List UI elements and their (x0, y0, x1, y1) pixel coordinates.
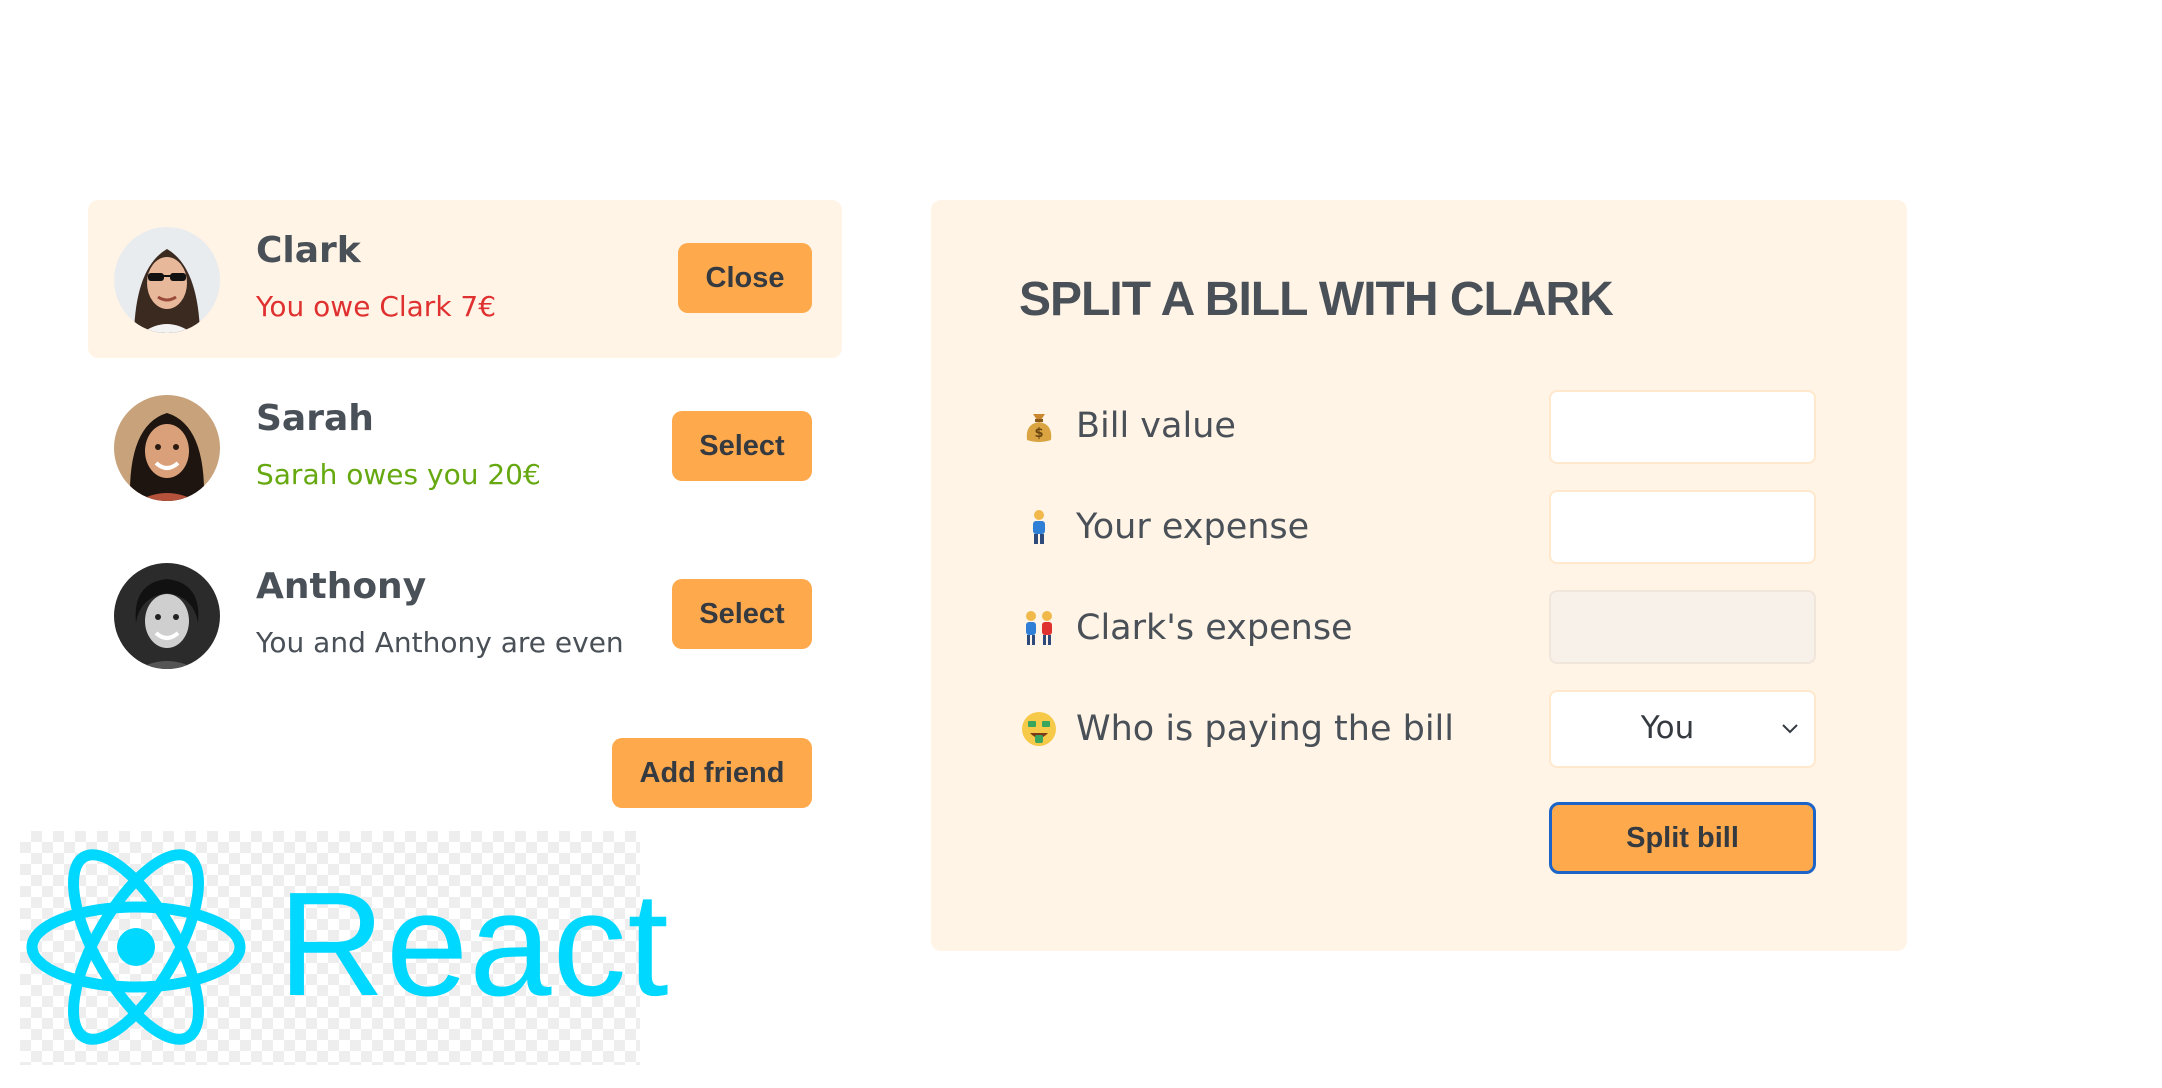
friend-expense-label: Clark's expense (1076, 608, 1353, 648)
friend-balance: Sarah owes you 20€ (256, 458, 541, 491)
close-button[interactable]: Close (678, 243, 812, 313)
friend-name: Sarah (256, 398, 374, 439)
payer-select[interactable]: You (1549, 690, 1816, 768)
bill-value-label: Bill value (1076, 406, 1236, 446)
friend-balance: You owe Clark 7€ (256, 290, 497, 323)
react-atom-icon (26, 849, 246, 1045)
friend-item-anthony: Anthony You and Anthony are even Select (88, 536, 842, 694)
your-expense-input[interactable] (1549, 490, 1816, 564)
avatar (114, 227, 220, 333)
split-bill-form: SPLIT A BILL WITH CLARK $ Bill value You… (931, 200, 1907, 951)
split-bill-button[interactable]: Split bill (1549, 802, 1816, 874)
react-wordmark: React (278, 862, 670, 1027)
couple-icon (1019, 608, 1059, 648)
react-logo: React (20, 831, 669, 1065)
friend-item-sarah: Sarah Sarah owes you 20€ Select (88, 368, 842, 526)
friend-balance: You and Anthony are even (256, 626, 624, 659)
select-button-sarah[interactable]: Select (672, 411, 812, 481)
svg-text:$: $ (1034, 426, 1043, 441)
add-friend-button[interactable]: Add friend (612, 738, 812, 808)
friend-expense-input (1549, 590, 1816, 664)
chevron-down-icon (1782, 724, 1798, 734)
money-mouth-face-icon (1019, 709, 1059, 749)
friend-name: Clark (256, 230, 361, 271)
select-button-anthony[interactable]: Select (672, 579, 812, 649)
payer-selected-value: You (1640, 710, 1695, 746)
payer-label: Who is paying the bill (1076, 709, 1454, 749)
friend-name: Anthony (256, 566, 427, 607)
form-title: SPLIT A BILL WITH CLARK (1019, 273, 1614, 326)
person-icon (1019, 507, 1059, 547)
avatar (114, 563, 220, 669)
avatar (114, 395, 220, 501)
your-expense-label: Your expense (1076, 507, 1310, 547)
money-bag-icon: $ (1019, 406, 1059, 446)
friend-item-clark: Clark You owe Clark 7€ Close (88, 200, 842, 358)
bill-value-input[interactable] (1549, 390, 1816, 464)
